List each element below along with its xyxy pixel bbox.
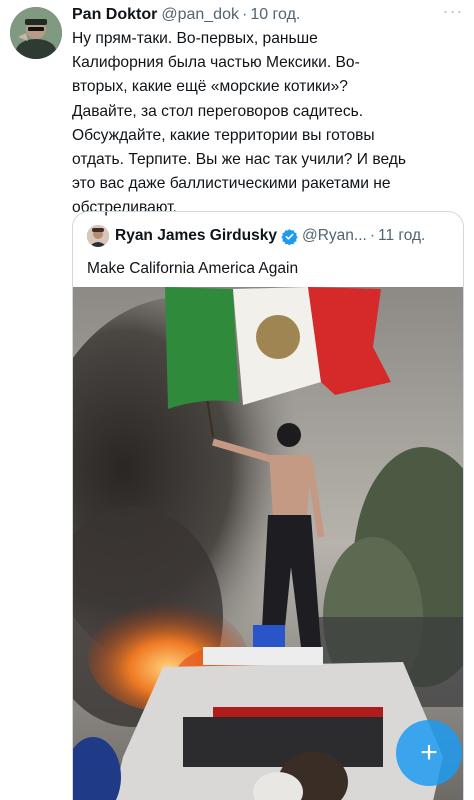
quoted-tweet-time[interactable]: 11 год. xyxy=(378,226,425,246)
author-handle[interactable]: @pan_dok xyxy=(161,4,239,26)
verified-badge-icon xyxy=(281,228,298,245)
quoted-tweet-text: Make California America Again xyxy=(87,260,299,277)
tweet-card[interactable]: Pan Doktor @pan_dok · 10 год. ··· Ну пря… xyxy=(0,0,474,800)
tweet-header: Pan Doktor @pan_dok · 10 год. xyxy=(72,4,464,26)
tweet-text: Ну прям-таки. Во-первых, раньше Калифорн… xyxy=(72,30,407,217)
author-name[interactable]: Pan Doktor xyxy=(72,4,157,26)
quoted-tweet-header: Ryan James Girdusky @Ryan... · 11 год. xyxy=(115,226,453,246)
quoted-author-handle[interactable]: @Ryan... xyxy=(302,226,367,246)
quoted-separator-dot: · xyxy=(369,227,375,244)
quoted-tweet[interactable]: Ryan James Girdusky @Ryan... · 11 год. M… xyxy=(72,211,464,800)
separator-dot: · xyxy=(241,6,248,23)
more-icon[interactable]: ··· xyxy=(442,2,464,24)
compose-fab-button[interactable]: + xyxy=(396,720,462,786)
quoted-tweet-image[interactable] xyxy=(73,287,463,800)
quoted-author-avatar[interactable] xyxy=(87,225,109,247)
author-avatar[interactable] xyxy=(10,7,62,59)
tweet-time[interactable]: 10 год. xyxy=(250,4,300,26)
plus-icon: + xyxy=(420,736,438,769)
quoted-author-name[interactable]: Ryan James Girdusky xyxy=(115,226,277,246)
